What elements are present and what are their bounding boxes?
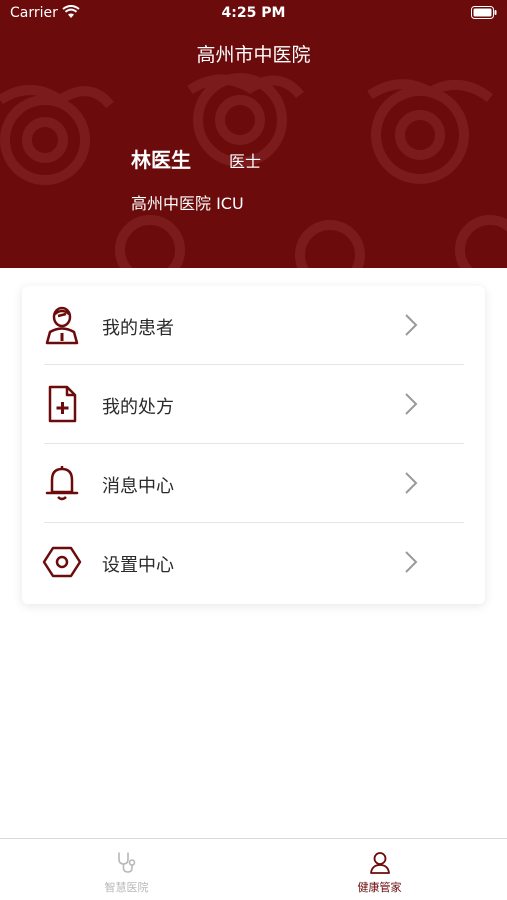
bell-icon — [45, 466, 79, 501]
hospital-title: 高州市中医院 — [196, 44, 311, 66]
doctor-title: 医士 — [229, 152, 262, 171]
chevron-right-icon — [405, 551, 418, 573]
tab-smart-hospital[interactable]: 智慧医院 — [0, 839, 253, 900]
menu-item-label: 我的处方 — [102, 397, 174, 418]
chevron-right-icon — [405, 393, 418, 415]
menu-card: 我的患者 我的处方 消息中心 设置中心 — [22, 286, 485, 604]
clock-time: 4:25 PM — [221, 5, 286, 21]
chevron-right-icon — [405, 472, 418, 494]
menu-item-label: 设置中心 — [102, 555, 174, 576]
menu-item-label: 消息中心 — [102, 476, 174, 497]
settings-icon — [42, 546, 82, 578]
tab-health-manager[interactable]: 健康管家 — [253, 839, 506, 900]
menu-item-label: 我的患者 — [102, 318, 174, 339]
tab-bar: 智慧医院 健康管家 — [0, 838, 507, 900]
prescription-icon — [48, 385, 77, 423]
menu-item-message-center[interactable]: 消息中心 — [22, 444, 485, 523]
menu-item-my-patients[interactable]: 我的患者 — [22, 286, 485, 365]
status-bar: Carrier 4:25 PM — [0, 0, 507, 28]
tab-label: 智慧医院 — [104, 881, 149, 894]
menu-item-settings-center[interactable]: 设置中心 — [22, 523, 485, 602]
menu-item-my-prescriptions[interactable]: 我的处方 — [22, 365, 485, 444]
stethoscope-icon — [118, 852, 136, 873]
tab-label: 健康管家 — [357, 881, 402, 894]
profile-header: Carrier 4:25 PM 高州市中医院 林医生 医士 高州中医院 ICU — [0, 0, 507, 268]
doctor-department: 高州中医院 ICU — [131, 194, 244, 213]
battery-icon — [471, 6, 497, 19]
app-screen: Carrier 4:25 PM 高州市中医院 林医生 医士 高州中医院 ICU — [0, 0, 507, 900]
doctor-name: 林医生 — [131, 148, 191, 172]
patient-icon — [45, 306, 79, 345]
person-icon — [370, 852, 390, 874]
chevron-right-icon — [405, 314, 418, 336]
